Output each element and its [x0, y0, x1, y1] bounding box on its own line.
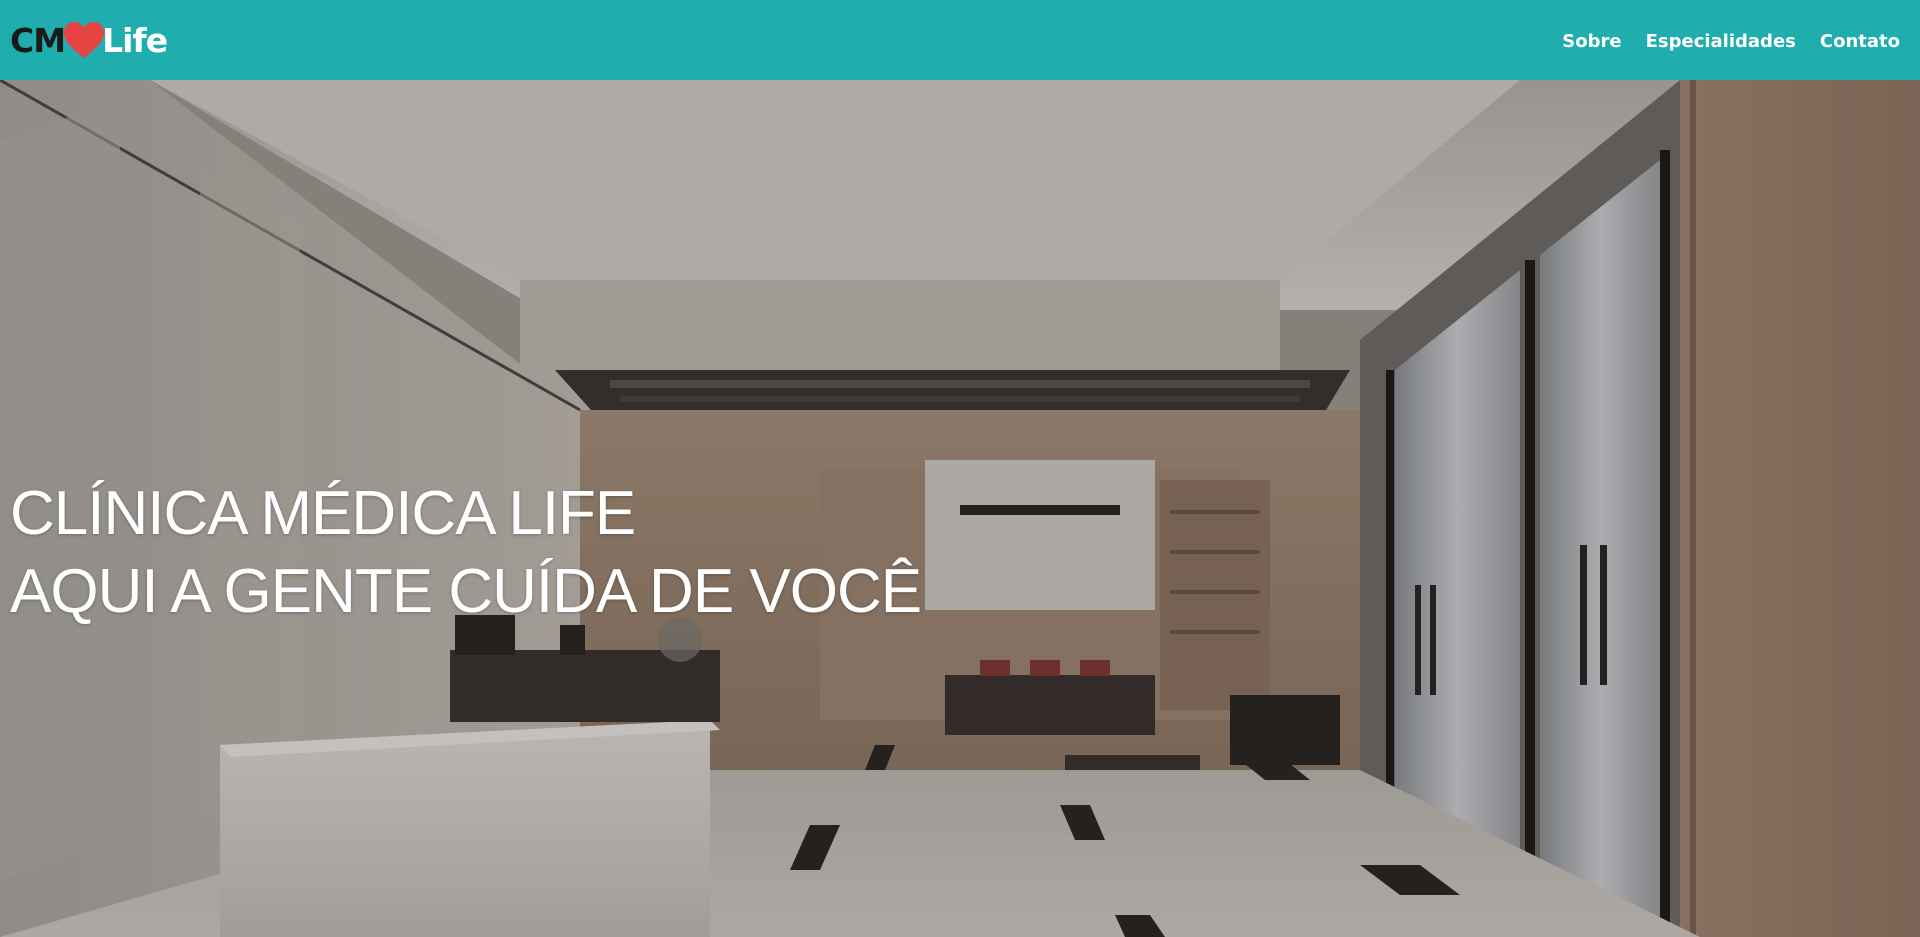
- logo-text-suffix: Life: [102, 20, 168, 60]
- brand-logo[interactable]: CM Life: [10, 20, 168, 60]
- hero-title-line-1: CLÍNICA MÉDICA LIFE: [10, 479, 636, 548]
- navbar: CM Life Sobre Especialidades Contato: [0, 0, 1920, 80]
- heart-icon: [64, 22, 105, 58]
- hero-headline: CLÍNICA MÉDICA LIFE AQUI A GENTE CUÍDA D…: [10, 475, 922, 631]
- hero-title-line-2: AQUI A GENTE CUÍDA DE VOCÊ: [10, 557, 922, 626]
- nav-link-sobre[interactable]: Sobre: [1562, 31, 1621, 52]
- main-nav: Sobre Especialidades Contato: [1562, 31, 1900, 52]
- hero-section: CLÍNICA MÉDICA LIFE AQUI A GENTE CUÍDA D…: [0, 80, 1920, 937]
- nav-link-contato[interactable]: Contato: [1820, 31, 1900, 52]
- nav-link-especialidades[interactable]: Especialidades: [1646, 31, 1796, 52]
- logo-text-prefix: CM: [10, 20, 66, 60]
